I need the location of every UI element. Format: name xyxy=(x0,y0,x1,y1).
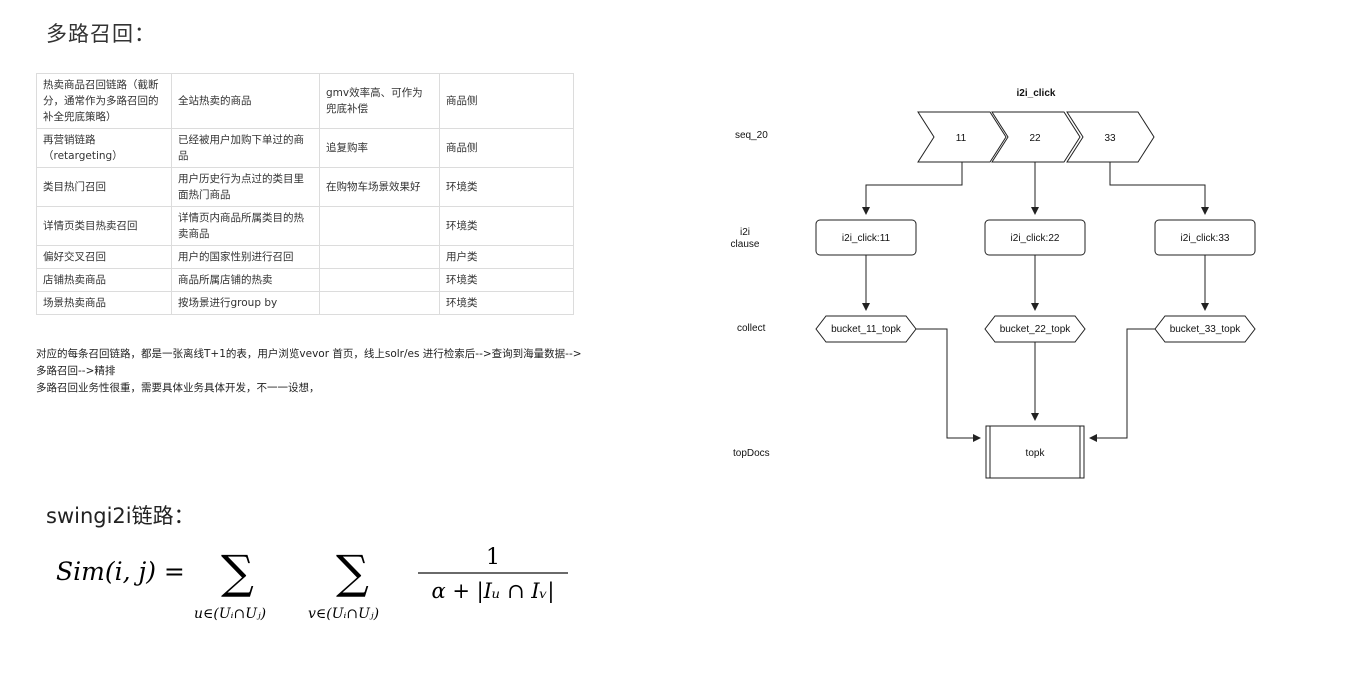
diagram-title: i2i_click xyxy=(1017,88,1056,99)
table-row: 再营销链路（retargeting） 已经被用户加购下单过的商品 追复购率 商品侧 xyxy=(36,128,574,168)
table-cell xyxy=(319,245,440,269)
sum-subscript-2: v∈(Uᵢ∩Uⱼ) xyxy=(308,606,379,622)
table-cell: 已经被用户加购下单过的商品 xyxy=(171,128,320,168)
table-cell: 详情页内商品所属类目的热卖商品 xyxy=(171,206,320,246)
arrow-seq-to-clause-33 xyxy=(1109,162,1209,215)
heading-multi-recall: 多路召回： xyxy=(46,22,156,46)
sum-symbol-1: ∑ xyxy=(221,545,254,599)
table-row: 场景热卖商品 按场景进行group by 环境类 xyxy=(36,291,574,315)
arrow-bucket-to-topk-11 xyxy=(916,328,981,442)
recall-table: 热卖商品召回链路（截断分，通常作为多路召回的补全兜底策略） 全站热卖的商品 gmv效… xyxy=(36,73,574,315)
table-cell: 在购物车场景效果好 xyxy=(319,167,440,207)
i2i-flow-diagram: i2i_click seq_20 i2i clause collect topD… xyxy=(731,88,1256,479)
note-line: 多路召回-->精排 xyxy=(36,365,116,377)
table-cell: 偏好交叉召回 xyxy=(36,245,172,269)
table-row: 类目热门召回 用户历史行为点过的类目里面热门商品 在购物车场景效果好 环境类 xyxy=(36,167,574,207)
table-cell: 环境类 xyxy=(439,167,574,207)
table-cell xyxy=(319,291,440,315)
table-cell: 全站热卖的商品 xyxy=(171,73,320,129)
table-cell: 环境类 xyxy=(439,291,574,315)
table-cell: 店铺热卖商品 xyxy=(36,268,172,292)
table-cell: 按场景进行group by xyxy=(171,291,320,315)
table-cell xyxy=(319,206,440,246)
swing-formula: Sim(i, j) = ∑ u∈(Uᵢ∩Uⱼ) ∑ v∈(Uᵢ∩Uⱼ) 1 α … xyxy=(56,538,596,642)
table-cell: 场景热卖商品 xyxy=(36,291,172,315)
table-cell: 追复购率 xyxy=(319,128,440,168)
table-row: 热卖商品召回链路（截断分，通常作为多路召回的补全兜底策略） 全站热卖的商品 gmv效… xyxy=(36,73,574,129)
sum-symbol-2: ∑ xyxy=(336,545,369,599)
heading-swing: swingi2i链路： xyxy=(46,504,195,528)
table-cell: 商品侧 xyxy=(439,73,574,129)
clause-label-33: i2i_click:33 xyxy=(1181,233,1230,244)
note-line: 多路召回业务性很重，需要具体业务具体开发，不一一设想， xyxy=(36,382,320,394)
table-cell: gmv效率高、可作为兜底补偿 xyxy=(319,73,440,129)
notes: 对应的每条召回链路，都是一张离线T+1的表，用户浏览vevor 首页，线上sol… xyxy=(36,346,596,397)
table-cell: 用户的国家性别进行召回 xyxy=(171,245,320,269)
table-row: 详情页类目热卖召回 详情页内商品所属类目的热卖商品 环境类 xyxy=(36,206,574,246)
row-label-topdocs: topDocs xyxy=(733,448,770,459)
table-cell: 用户历史行为点过的类目里面热门商品 xyxy=(171,167,320,207)
table-cell: 商品侧 xyxy=(439,128,574,168)
clause-label-11: i2i_click:11 xyxy=(842,233,891,244)
table-cell: 商品所属店铺的热卖 xyxy=(171,268,320,292)
fraction-numerator: 1 xyxy=(486,545,500,570)
seq-label-22: 22 xyxy=(1029,133,1041,144)
arrow-seq-to-clause-11 xyxy=(862,162,963,215)
table-cell: 用户类 xyxy=(439,245,574,269)
topk-label: topk xyxy=(1026,448,1046,459)
bucket-label-22: bucket_22_topk xyxy=(1000,324,1072,335)
row-label-clause: clause xyxy=(731,239,760,250)
arrow-bucket-to-topk-33 xyxy=(1089,328,1155,442)
table-cell: 环境类 xyxy=(439,268,574,292)
table-row: 店铺热卖商品 商品所属店铺的热卖 环境类 xyxy=(36,268,574,292)
table-cell xyxy=(319,268,440,292)
row-label-i2i: i2i xyxy=(740,227,750,238)
row-label-collect: collect xyxy=(737,323,766,334)
formula-lhs: Sim(i, j) = xyxy=(56,557,185,586)
table-cell: 详情页类目热卖召回 xyxy=(36,206,172,246)
row-label-seq: seq_20 xyxy=(735,130,768,141)
seq-label-11: 11 xyxy=(956,133,967,144)
seq-label-33: 33 xyxy=(1104,133,1116,144)
table-cell: 再营销链路（retargeting） xyxy=(36,128,172,168)
note-line: 对应的每条召回链路，都是一张离线T+1的表，用户浏览vevor 首页，线上sol… xyxy=(36,348,582,360)
bucket-label-11: bucket_11_topk xyxy=(831,324,902,335)
sum-subscript-1: u∈(Uᵢ∩Uⱼ) xyxy=(194,606,266,622)
table-cell: 热卖商品召回链路（截断分，通常作为多路召回的补全兜底策略） xyxy=(36,73,172,129)
table-row: 偏好交叉召回 用户的国家性别进行召回 用户类 xyxy=(36,245,574,269)
fraction-denominator: α + |Iᵤ ∩ Iᵥ| xyxy=(431,579,554,604)
clause-label-22: i2i_click:22 xyxy=(1011,233,1060,244)
table-cell: 环境类 xyxy=(439,206,574,246)
bucket-label-33: bucket_33_topk xyxy=(1170,324,1242,335)
table-cell: 类目热门召回 xyxy=(36,167,172,207)
